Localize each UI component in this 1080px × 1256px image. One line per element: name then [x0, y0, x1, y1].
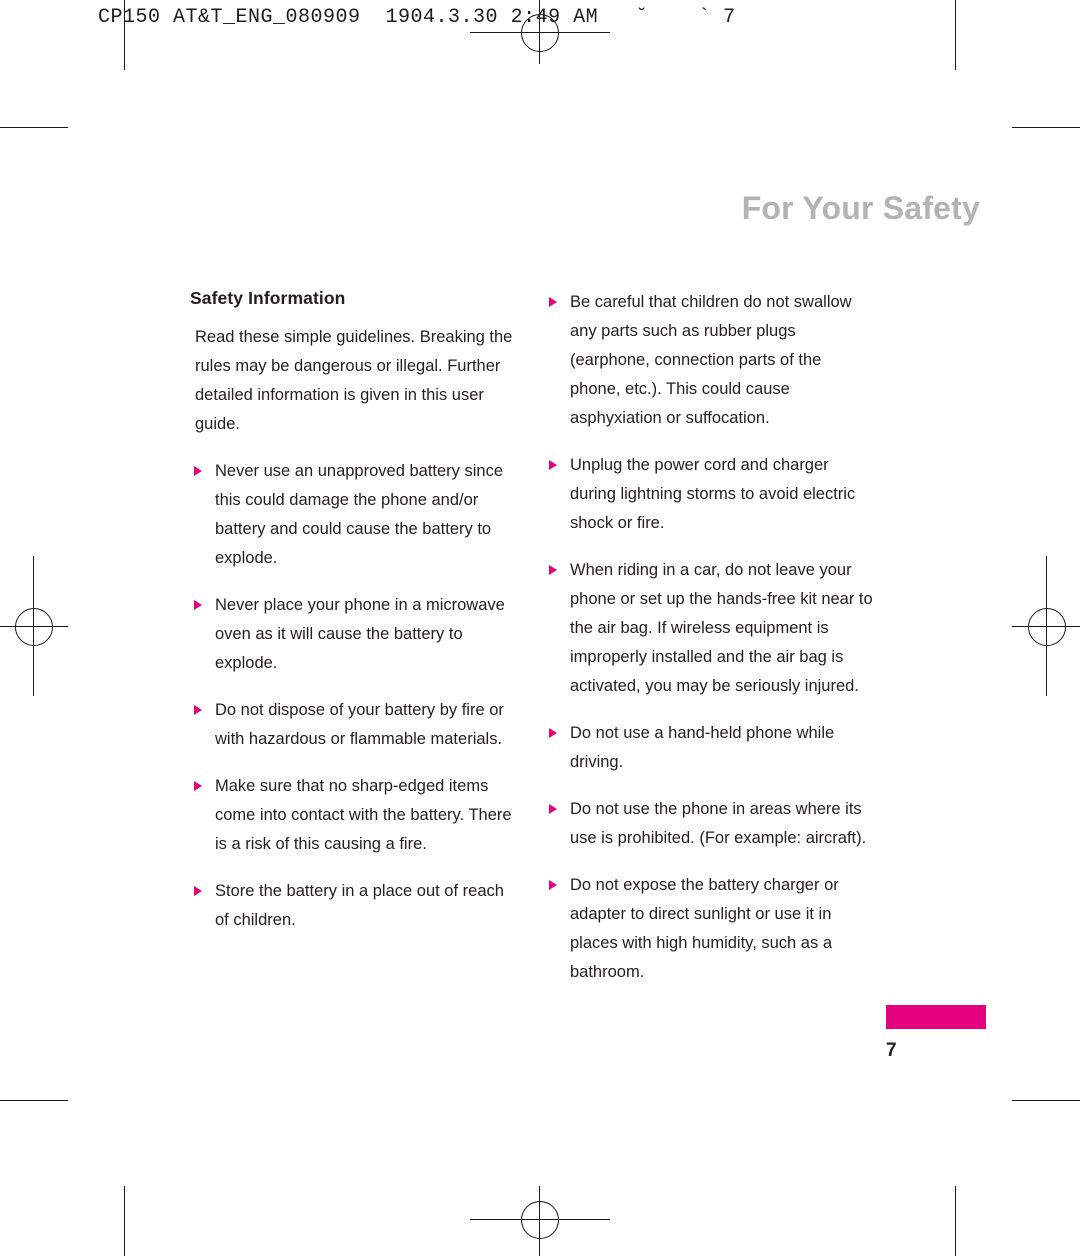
list-item-text: Never place your phone in a microwave ov… — [215, 596, 505, 672]
crop-mark-left-bottom-horizontal — [0, 1100, 68, 1101]
list-item-text: Do not dispose of your battery by fire o… — [215, 701, 504, 748]
right-column: Be careful that children do not swallow … — [545, 288, 875, 1005]
list-item-text: Unplug the power cord and charger during… — [570, 456, 856, 532]
list-item-text: Do not use a hand-held phone while drivi… — [570, 724, 835, 771]
list-item-text: Make sure that no sharp-edged items come… — [215, 777, 512, 853]
registration-circle-left — [15, 608, 53, 646]
list-item: Do not dispose of your battery by fire o… — [190, 696, 520, 754]
crop-mark-right-bottom-horizontal — [1012, 1100, 1080, 1101]
print-slug-line: CP150 AT&T_ENG_080909 1904.3.30 2:49 AM … — [98, 6, 736, 29]
list-item: Make sure that no sharp-edged items come… — [190, 772, 520, 859]
left-bullet-list: Never use an unapproved battery since th… — [190, 457, 520, 935]
list-item-text: Never use an unapproved battery since th… — [215, 462, 504, 567]
list-item: Never place your phone in a microwave ov… — [190, 591, 520, 678]
triangle-bullet-icon — [549, 804, 557, 814]
triangle-bullet-icon — [549, 880, 557, 890]
list-item-text: Be careful that children do not swallow … — [570, 293, 852, 427]
triangle-bullet-icon — [549, 565, 557, 575]
triangle-bullet-icon — [194, 705, 202, 715]
list-item: Do not use a hand-held phone while drivi… — [545, 719, 875, 777]
triangle-bullet-icon — [194, 600, 202, 610]
page-edge-tab — [886, 1005, 986, 1029]
crop-mark-bottom-right-vertical — [955, 1186, 956, 1256]
triangle-bullet-icon — [549, 728, 557, 738]
triangle-bullet-icon — [194, 886, 202, 896]
list-item-text: Do not use the phone in areas where its … — [570, 800, 867, 847]
list-item: Be careful that children do not swallow … — [545, 288, 875, 433]
page-number: 7 — [886, 1040, 897, 1061]
list-item: Do not expose the battery charger or ada… — [545, 871, 875, 987]
list-item: When riding in a car, do not leave your … — [545, 556, 875, 701]
triangle-bullet-icon — [549, 297, 557, 307]
list-item-text: When riding in a car, do not leave your … — [570, 561, 873, 695]
registration-circle-right — [1028, 608, 1066, 646]
section-heading-safety-information: Safety Information — [190, 288, 346, 308]
list-item-text: Do not expose the battery charger or ada… — [570, 876, 839, 981]
crop-mark-right-top-horizontal — [1012, 127, 1080, 128]
triangle-bullet-icon — [194, 781, 202, 791]
right-bullet-list: Be careful that children do not swallow … — [545, 288, 875, 987]
intro-paragraph: Read these simple guidelines. Breaking t… — [195, 328, 513, 433]
crop-mark-bottom-left-vertical — [124, 1186, 125, 1256]
crop-mark-left-top-horizontal — [0, 127, 68, 128]
list-item: Unplug the power cord and charger during… — [545, 451, 875, 538]
list-item: Never use an unapproved battery since th… — [190, 457, 520, 573]
left-column: Safety Information Read these simple gui… — [190, 288, 520, 953]
list-item: Do not use the phone in areas where its … — [545, 795, 875, 853]
registration-circle-bottom — [521, 1201, 559, 1239]
triangle-bullet-icon — [549, 460, 557, 470]
page-title: For Your Safety — [741, 190, 980, 226]
list-item: Store the battery in a place out of reac… — [190, 877, 520, 935]
list-item-text: Store the battery in a place out of reac… — [215, 882, 504, 929]
crop-mark-top-right-vertical — [955, 0, 956, 70]
triangle-bullet-icon — [194, 466, 202, 476]
